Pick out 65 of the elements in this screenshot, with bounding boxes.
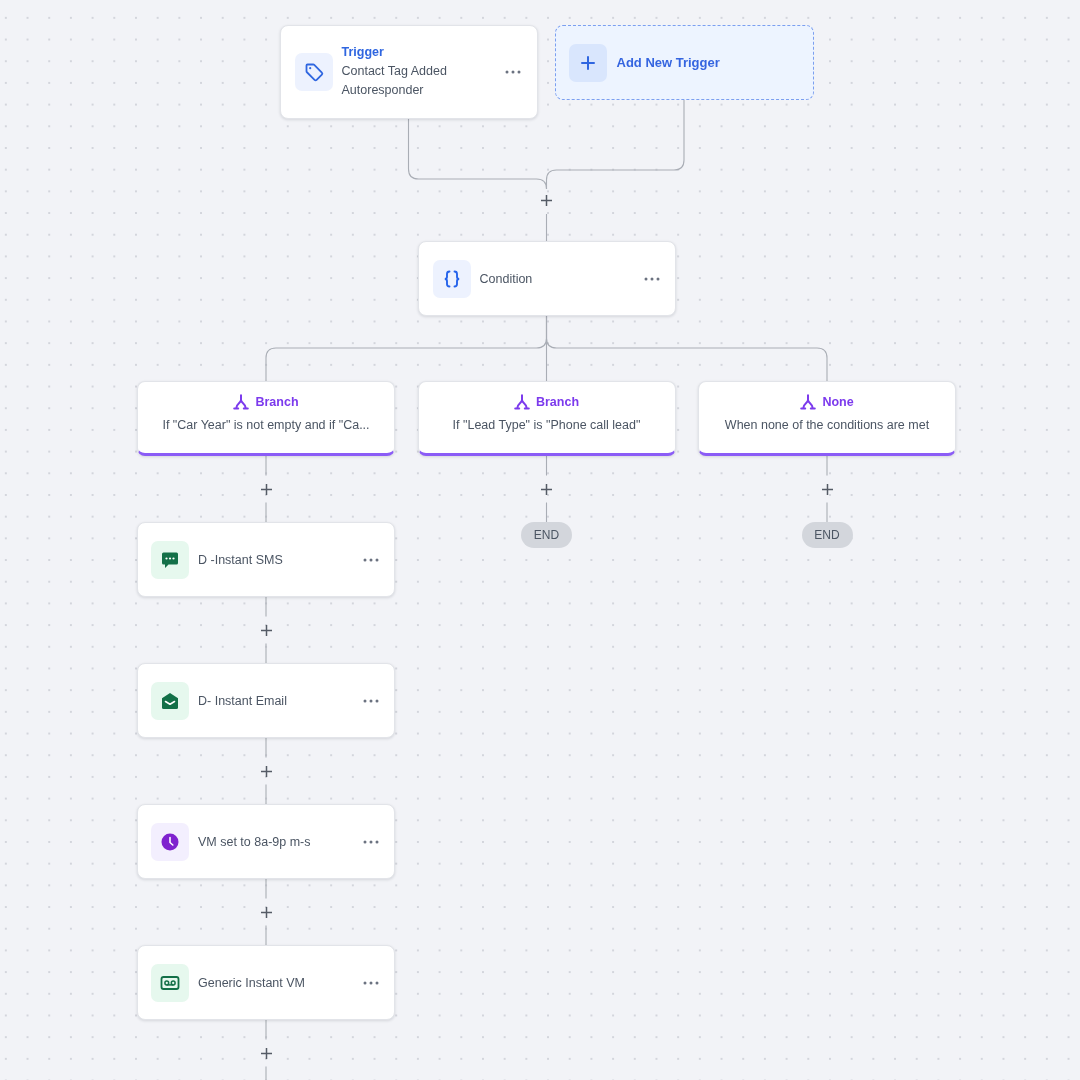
action-card[interactable]: VM set to 8a-9p m-s	[137, 804, 395, 879]
connector-line	[265, 924, 267, 946]
add-trigger-button[interactable]: Add New Trigger	[554, 25, 814, 100]
envelope-icon	[151, 681, 189, 720]
branch-title: None	[822, 394, 854, 409]
trigger-card[interactable]: Trigger Contact Tag Added Autoresponder	[279, 25, 538, 119]
action-card[interactable]: D -Instant SMS	[137, 522, 395, 597]
connector-line	[545, 213, 548, 242]
trigger-title: Trigger	[341, 43, 385, 61]
braces-icon	[432, 259, 471, 298]
plus-icon[interactable]	[541, 195, 552, 206]
trigger-detail: Autoresponder	[341, 82, 425, 99]
fork-icon	[800, 393, 817, 410]
connector-line	[265, 596, 267, 618]
chat-icon	[151, 540, 189, 579]
more-icon[interactable]	[504, 70, 521, 74]
condition-label: Condition	[479, 271, 533, 286]
connector-line	[265, 1065, 267, 1080]
connector-line	[265, 501, 267, 523]
plus-icon[interactable]	[260, 906, 272, 918]
end-node: END	[801, 522, 853, 548]
connector-line	[265, 878, 267, 900]
trigger-detail: Contact Tag Added	[341, 62, 447, 80]
more-icon[interactable]	[363, 557, 379, 562]
more-icon[interactable]	[363, 698, 379, 703]
action-label: D -Instant SMS	[198, 552, 283, 567]
branch-condition: When none of the conditions are met	[724, 418, 930, 433]
connector-line	[826, 501, 828, 523]
connector-line	[265, 642, 267, 664]
connector-line	[265, 737, 267, 759]
end-node: END	[521, 522, 572, 548]
connector-line	[545, 501, 548, 523]
tag-icon	[294, 53, 333, 91]
branch-condition: If "Car Year" is not empty and if "Ca...	[162, 418, 370, 433]
action-label: Generic Instant VM	[198, 975, 305, 990]
branch-card[interactable]: None When none of the conditions are met	[698, 381, 956, 456]
branch-title: Branch	[535, 394, 580, 409]
voicemail-icon	[151, 963, 189, 1002]
more-icon[interactable]	[363, 980, 379, 985]
more-icon[interactable]	[643, 276, 660, 281]
action-card[interactable]: D- Instant Email	[137, 663, 395, 738]
condition-card[interactable]: Condition	[417, 241, 676, 316]
branch-card[interactable]: Branch If "Lead Type" is "Phone call lead"	[417, 381, 676, 456]
plus-icon[interactable]	[260, 765, 272, 777]
plus-icon[interactable]	[821, 483, 833, 495]
branch-condition: If "Lead Type" is "Phone call lead"	[452, 418, 641, 433]
connector-line	[265, 1019, 267, 1041]
plus-icon	[568, 43, 607, 82]
plus-icon[interactable]	[260, 1047, 272, 1059]
more-icon[interactable]	[363, 839, 379, 844]
action-label: VM set to 8a-9p m-s	[198, 834, 311, 849]
connector-line	[826, 455, 828, 477]
clock-icon	[151, 822, 189, 861]
action-label: D- Instant Email	[198, 693, 287, 708]
connector-line	[265, 455, 267, 477]
connector-line	[545, 455, 548, 477]
plus-icon[interactable]	[260, 624, 272, 636]
plus-icon[interactable]	[541, 483, 552, 495]
branch-title: Branch	[255, 394, 299, 409]
plus-icon[interactable]	[260, 483, 272, 495]
fork-icon	[233, 393, 250, 410]
fork-icon	[513, 393, 530, 410]
action-card[interactable]: Generic Instant VM	[137, 945, 395, 1020]
branch-card[interactable]: Branch If "Car Year" is not empty and if "Ca...	[137, 381, 395, 456]
connector-line	[265, 783, 267, 805]
